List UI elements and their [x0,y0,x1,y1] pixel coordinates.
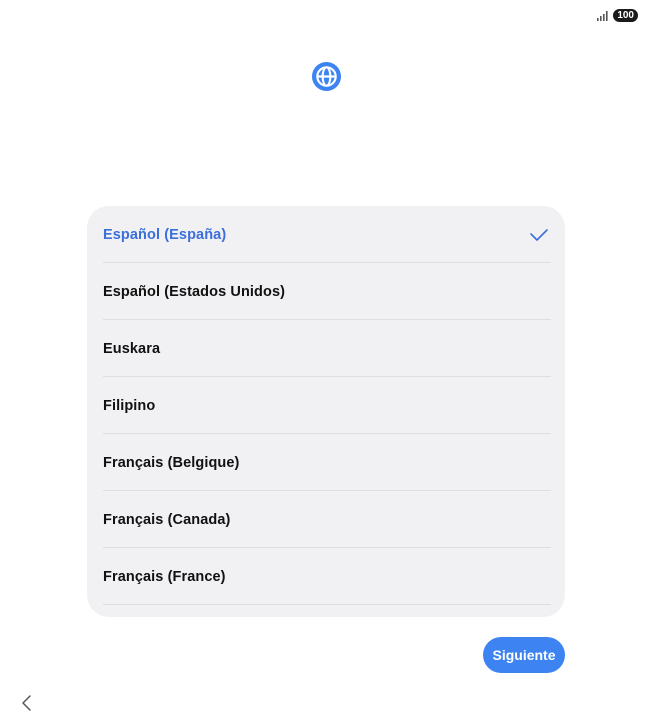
next-button[interactable]: Siguiente [483,637,565,673]
language-item[interactable]: Español (España) [87,206,565,263]
signal-bars-icon [597,10,608,21]
check-icon [530,228,548,241]
language-item[interactable]: Français (Belgique) [87,434,565,491]
language-item[interactable]: Euskara [87,320,565,377]
battery-level-badge: 100 [613,9,638,22]
chevron-left-icon[interactable] [19,694,35,712]
language-label: Français (Canada) [103,511,231,528]
language-item[interactable]: Filipino [87,377,565,434]
language-label: Filipino [103,397,156,414]
language-label: Español (Estados Unidos) [103,283,286,300]
language-label: Euskara [103,340,161,357]
language-label: Français (Belgique) [103,454,240,471]
language-list: Español (España) Español (Estados Unidos)… [87,206,565,617]
globe-icon [311,61,342,92]
language-item[interactable]: Français (France) [87,548,565,605]
language-label: Français (France) [103,568,226,585]
language-item[interactable]: Français (Canada) [87,491,565,548]
language-selection-screen: 100 Español (España) Español (Estados Uni… [0,0,652,724]
language-item[interactable]: Español (Estados Unidos) [87,263,565,320]
status-bar: 100 [597,9,638,22]
language-label: Español (España) [103,226,227,243]
